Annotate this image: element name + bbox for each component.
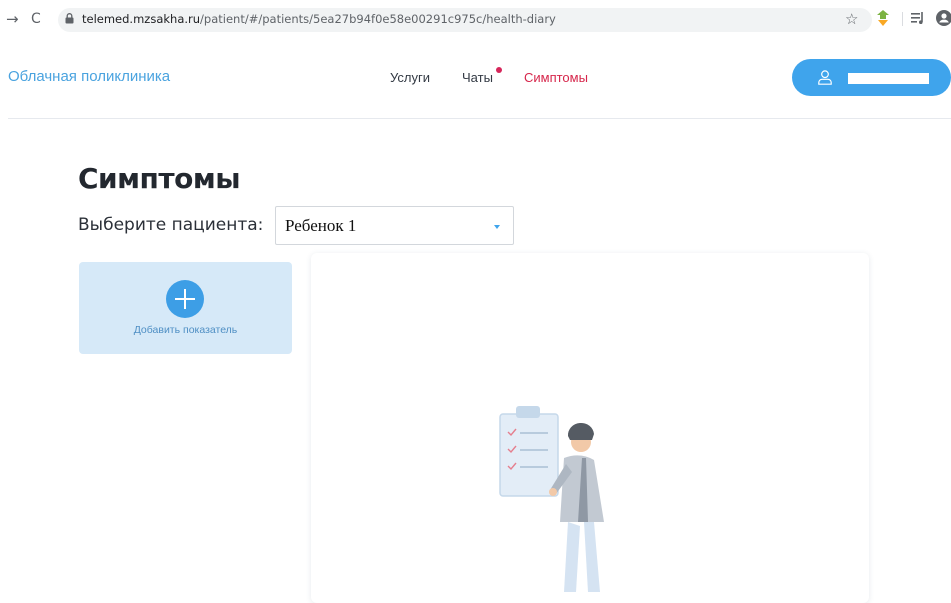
nav-item-chats[interactable]: Чаты xyxy=(462,70,493,85)
nav-item-symptoms[interactable]: Симптомы xyxy=(524,70,588,85)
extension-icon[interactable] xyxy=(876,10,890,26)
address-bar-url[interactable]: telemed.mzsakha.ru/patient/#/patients/5e… xyxy=(82,12,556,26)
patient-select-value: Ребенок 1 xyxy=(285,216,357,235)
plus-icon[interactable] xyxy=(166,280,204,318)
user-icon xyxy=(818,70,832,85)
profile-icon[interactable] xyxy=(936,10,951,26)
page-title: Симптомы xyxy=(78,162,241,195)
patient-select[interactable]: Ребенок 1 xyxy=(275,206,514,245)
media-queue-icon[interactable] xyxy=(911,11,925,25)
reload-icon[interactable]: C xyxy=(31,10,41,28)
doctor-clipboard-illustration xyxy=(499,406,604,592)
add-indicator-label[interactable]: Добавить показатель xyxy=(79,324,292,336)
lock-icon xyxy=(65,13,74,24)
brand-logo-text[interactable]: Облачная поликлиника xyxy=(8,68,170,85)
toolbar-separator xyxy=(902,12,903,26)
chevron-down-icon xyxy=(494,225,500,229)
bookmark-star-icon[interactable]: ☆ xyxy=(845,10,858,28)
user-name-redacted xyxy=(848,73,929,84)
url-path: /patient/#/patients/5ea27b94f0e58e00291c… xyxy=(200,12,556,26)
header-divider xyxy=(8,118,951,119)
app-header: Облачная поликлиника Услуги Чаты Симптом… xyxy=(0,38,951,118)
nav-item-services[interactable]: Услуги xyxy=(390,70,430,85)
back-arrow-icon[interactable]: → xyxy=(6,10,19,28)
patient-select-label: Выберите пациента: xyxy=(78,215,264,235)
url-host: telemed.mzsakha.ru xyxy=(82,12,201,26)
browser-toolbar: → C telemed.mzsakha.ru/patient/#/patient… xyxy=(0,0,951,38)
chats-notification-dot xyxy=(496,67,502,73)
